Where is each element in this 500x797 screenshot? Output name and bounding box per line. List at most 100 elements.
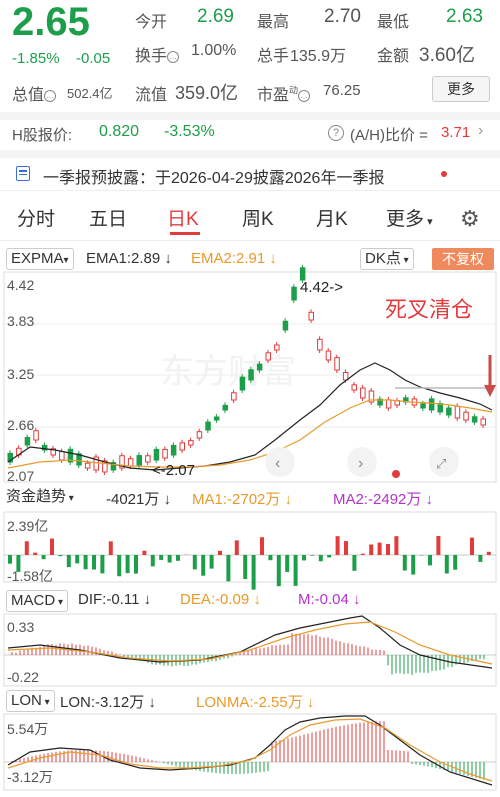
fund-bar bbox=[486, 551, 491, 555]
lon-axis-bottom: -3.12万 bbox=[7, 769, 53, 785]
candle bbox=[196, 431, 203, 439]
candle bbox=[170, 444, 177, 456]
candle bbox=[428, 398, 435, 411]
fund-bar bbox=[176, 555, 180, 561]
candle bbox=[239, 376, 246, 391]
candle bbox=[127, 458, 134, 467]
fund-value: -4021万 ↓ bbox=[106, 491, 172, 508]
fund-bar bbox=[83, 555, 88, 570]
fund-bar bbox=[218, 550, 222, 555]
min-price-label: <-2.07 bbox=[152, 462, 195, 479]
fund-bar bbox=[402, 555, 407, 571]
candle bbox=[360, 387, 366, 399]
candle bbox=[24, 436, 31, 446]
fund-bar bbox=[377, 542, 382, 555]
fund-indicator-select[interactable]: 资金趋势 ▾ bbox=[6, 487, 74, 509]
k-axis-tick: 4.42 bbox=[7, 277, 35, 293]
lon-axis-top: 5.54万 bbox=[7, 721, 49, 737]
macd-dea: DEA:-0.09 ↓ bbox=[180, 591, 261, 608]
fund-bar bbox=[453, 555, 458, 570]
candle bbox=[153, 448, 160, 461]
lon-value: LON:-3.12万 ↓ bbox=[60, 694, 156, 711]
fund-ma2: MA2:-2492万 ↓ bbox=[333, 491, 434, 508]
fund-bar bbox=[444, 555, 449, 574]
chevron-right-icon[interactable]: › bbox=[358, 455, 363, 472]
fund-bar bbox=[75, 555, 80, 564]
fund-bar bbox=[251, 555, 256, 590]
cross-annotation: 死叉清仓 bbox=[385, 297, 473, 322]
fund-bar bbox=[167, 555, 172, 563]
candle bbox=[162, 448, 168, 459]
fund-bar bbox=[108, 541, 113, 555]
fund-bar bbox=[276, 555, 281, 587]
charts-canvas[interactable]: 东方财富 4.42-> <-2.07 死叉清仓 ‹ › ⤢ bbox=[0, 0, 500, 797]
fund-bar bbox=[33, 552, 38, 555]
expand-icon[interactable]: ⤢ bbox=[436, 456, 446, 471]
fund-bar bbox=[142, 550, 147, 555]
candle bbox=[334, 357, 340, 371]
fund-bar bbox=[50, 538, 54, 555]
fund-bar bbox=[24, 541, 29, 555]
fund-bar bbox=[318, 555, 323, 562]
max-price-label: 4.42-> bbox=[300, 279, 343, 296]
fund-bar bbox=[394, 536, 399, 555]
fund-bar bbox=[150, 555, 155, 567]
fund-bar bbox=[478, 555, 483, 562]
candle bbox=[463, 411, 469, 421]
fund-bar bbox=[117, 555, 122, 577]
candle bbox=[136, 455, 142, 466]
candle bbox=[454, 405, 461, 419]
macd-m: M:-0.04 ↓ bbox=[298, 591, 361, 608]
fund-bar bbox=[310, 555, 315, 556]
fund-bar bbox=[369, 544, 374, 555]
fund-bar bbox=[66, 555, 71, 568]
macd-dif: DIF:-0.11 ↓ bbox=[78, 591, 152, 608]
fund-bar bbox=[344, 541, 348, 555]
candle bbox=[256, 363, 263, 371]
k-axis-tick: 2.07 bbox=[7, 468, 35, 484]
caret-down-icon: ▾ bbox=[41, 697, 50, 708]
candle bbox=[420, 403, 426, 409]
k-axis-tick: 3.25 bbox=[7, 366, 35, 382]
fund-axis-bottom: -1.58亿 bbox=[7, 568, 53, 584]
watermark: 东方财富 bbox=[160, 353, 296, 391]
candle bbox=[308, 311, 314, 321]
caret-down-icon: ▾ bbox=[66, 493, 74, 504]
candle bbox=[291, 286, 297, 301]
candle bbox=[480, 418, 486, 426]
fund-bar bbox=[436, 535, 441, 555]
candle bbox=[84, 462, 91, 469]
candle bbox=[179, 442, 185, 451]
macd-axis-bottom: -0.22 bbox=[7, 669, 39, 685]
fund-bar bbox=[260, 537, 264, 555]
candle bbox=[231, 392, 237, 401]
macd-indicator-select[interactable]: MACD ▾ bbox=[6, 590, 68, 612]
fund-axis-top: 2.39亿 bbox=[7, 518, 49, 534]
fund-bar bbox=[209, 555, 214, 569]
fund-bar bbox=[428, 555, 432, 566]
lon-indicator-select[interactable]: LON ▾ bbox=[6, 690, 55, 712]
fund-bar bbox=[327, 555, 332, 558]
fund-bar bbox=[125, 555, 130, 574]
fund-bar bbox=[335, 536, 340, 555]
candle bbox=[188, 440, 194, 446]
fund-bar bbox=[41, 555, 46, 560]
fund-bar bbox=[302, 555, 306, 561]
chevron-left-icon[interactable]: ‹ bbox=[275, 455, 280, 472]
candle bbox=[351, 384, 357, 391]
fund-bar bbox=[92, 555, 96, 570]
k-axis-tick: 3.83 bbox=[7, 313, 35, 329]
candle bbox=[265, 352, 271, 361]
fund-bar bbox=[226, 555, 231, 582]
candle bbox=[145, 455, 151, 463]
candle bbox=[325, 350, 332, 361]
candle bbox=[213, 416, 220, 421]
candle bbox=[385, 399, 392, 409]
fund-bar bbox=[285, 555, 290, 572]
fund-bar bbox=[100, 555, 105, 574]
candle bbox=[59, 451, 65, 461]
fund-bar bbox=[192, 555, 197, 570]
candle bbox=[274, 344, 280, 351]
fund-bar bbox=[411, 555, 416, 575]
fund-bar bbox=[352, 555, 357, 571]
